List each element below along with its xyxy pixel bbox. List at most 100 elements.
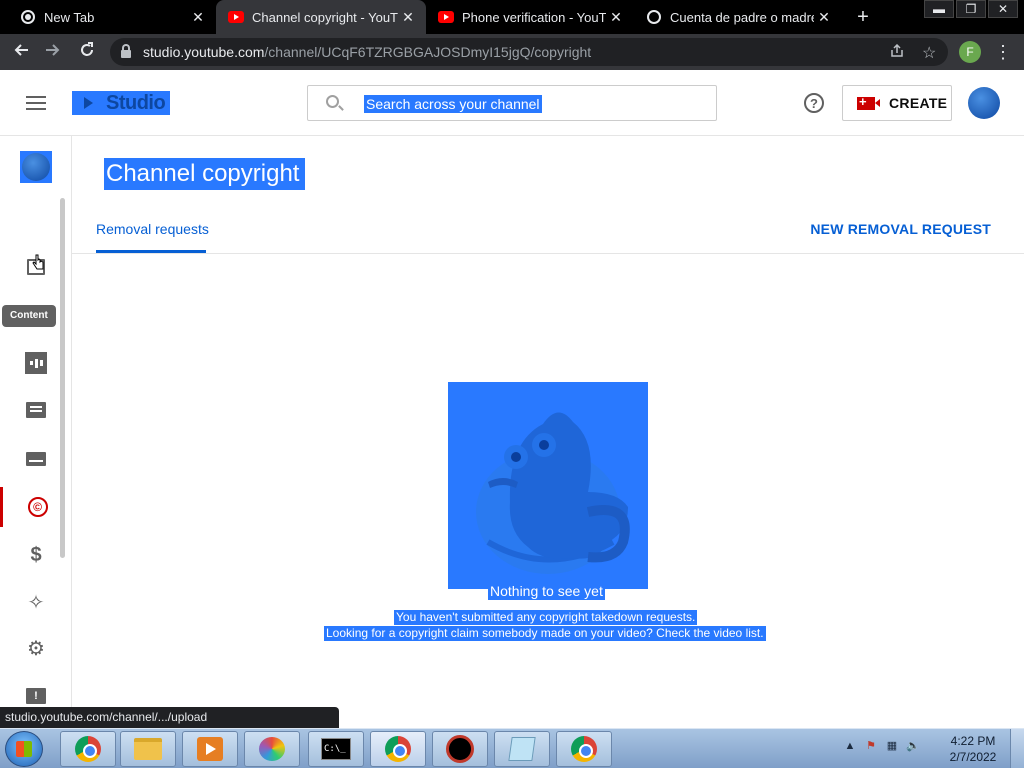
chrome-icon	[75, 736, 101, 762]
sidebar-scrollbar[interactable]	[60, 198, 65, 558]
search-input[interactable]: Search across your channel	[364, 95, 542, 113]
taskbar-explorer[interactable]	[120, 731, 176, 767]
bookmark-star-icon[interactable]: ☆	[922, 43, 936, 63]
start-button[interactable]	[5, 731, 43, 767]
tab-title: Channel copyright - YouTube	[252, 9, 398, 25]
address-bar[interactable]: studio.youtube.com/channel/UCqF6TZRGBGAJ…	[110, 38, 948, 66]
close-icon[interactable]: ✕	[814, 9, 834, 26]
forward-button[interactable]	[40, 40, 66, 64]
system-clock[interactable]: 4:22 PM 2/7/2022	[946, 733, 1000, 765]
taskbar-recorder[interactable]	[432, 731, 488, 767]
folder-icon	[134, 738, 162, 760]
browser-toolbar: studio.youtube.com/channel/UCqF6TZRGBGAJ…	[0, 34, 1024, 70]
lock-icon[interactable]	[121, 44, 131, 58]
help-icon[interactable]: ?	[804, 93, 824, 113]
close-icon[interactable]: ✕	[188, 9, 208, 26]
empty-state-illustration	[448, 382, 648, 589]
taskbar-notepad[interactable]	[494, 731, 550, 767]
browser-tab-channel-copyright[interactable]: Channel copyright - YouTube ✕	[216, 0, 426, 34]
show-desktop-button[interactable]	[1010, 729, 1024, 768]
sidebar-item-customization[interactable]: ✧	[0, 582, 72, 622]
taskbar-paint[interactable]	[244, 731, 300, 767]
close-icon[interactable]: ✕	[606, 9, 626, 26]
back-button[interactable]	[8, 40, 34, 64]
create-button[interactable]: CREATE	[842, 85, 952, 121]
taskbar-chrome-2[interactable]	[556, 731, 612, 767]
dashboard-icon	[25, 208, 47, 230]
paint-icon	[259, 737, 285, 761]
channel-avatar[interactable]	[20, 151, 52, 183]
hamburger-menu-icon[interactable]	[26, 96, 46, 110]
browser-tab-phone-verification[interactable]: Phone verification - YouTube ✕	[426, 0, 634, 34]
clock-date: 2/7/2022	[949, 750, 997, 764]
url-text: studio.youtube.com/channel/UCqF6TZRGBGAJ…	[143, 44, 592, 60]
reload-icon	[81, 42, 93, 56]
youtube-icon	[228, 9, 244, 25]
clock-time: 4:22 PM	[950, 734, 996, 748]
reload-button[interactable]	[74, 40, 100, 64]
subtitles-icon	[25, 448, 47, 470]
studio-header: Studio Search across your channel ? CREA…	[0, 70, 1024, 136]
cat-illustration-icon	[476, 412, 630, 574]
arrow-right-icon	[46, 44, 60, 56]
link-status-bar: studio.youtube.com/channel/.../upload	[0, 707, 339, 728]
magic-wand-icon: ✧	[27, 591, 45, 614]
windows-taskbar: C:\_ ▲ ⚑ ▦ 🔈 4:22 PM 2/7/2022	[0, 728, 1024, 768]
close-window-button[interactable]: ✕	[988, 0, 1018, 18]
empty-state-title: Nothing to see yet	[488, 582, 605, 600]
new-removal-request-button[interactable]: NEW REMOVAL REQUEST	[810, 221, 991, 237]
create-label: CREATE	[889, 95, 948, 111]
page-title: Channel copyright	[104, 158, 306, 190]
taskbar-media-player[interactable]	[182, 731, 238, 767]
terminal-icon: C:\_	[321, 738, 351, 760]
browser-tab-new-tab[interactable]: New Tab ✕	[8, 0, 216, 34]
taskbar-cmd[interactable]: C:\_	[308, 731, 364, 767]
empty-state-hint: Looking for a copyright claim somebody m…	[324, 626, 766, 641]
chrome-icon	[385, 736, 411, 762]
new-tab-button[interactable]: +	[850, 5, 876, 29]
tab-title: Phone verification - YouTube	[462, 9, 606, 25]
system-tray: ▲ ⚑ ▦ 🔈	[843, 739, 920, 753]
feedback-icon: !	[25, 685, 47, 707]
show-hidden-icons-icon[interactable]: ▲	[843, 739, 857, 753]
empty-state-description: You haven't submitted any copyright take…	[394, 610, 698, 625]
window-controls: ▬ ❐ ✕	[922, 0, 1018, 18]
close-icon[interactable]: ✕	[398, 9, 418, 26]
media-player-icon	[197, 737, 223, 761]
hand-cursor-icon	[32, 254, 44, 270]
volume-icon[interactable]: 🔈	[906, 739, 920, 753]
sidebar-item-settings[interactable]: ⚙	[0, 628, 72, 668]
restore-button[interactable]: ❐	[956, 0, 986, 18]
account-avatar[interactable]	[968, 87, 1000, 119]
profile-avatar[interactable]: F	[959, 41, 981, 63]
minimize-button[interactable]: ▬	[924, 0, 954, 18]
share-icon[interactable]	[890, 43, 904, 61]
taskbar-chrome-profile[interactable]	[370, 731, 426, 767]
network-icon[interactable]: ▦	[885, 739, 899, 753]
record-icon	[446, 735, 474, 763]
arrow-left-icon	[14, 44, 28, 56]
comments-icon	[25, 399, 47, 421]
search-icon	[326, 95, 339, 108]
chrome-icon	[571, 736, 597, 762]
logo-text: Studio	[106, 91, 166, 114]
tooltip-content: Content	[2, 305, 56, 327]
youtube-icon	[438, 9, 454, 25]
browser-tab-strip: New Tab ✕ Channel copyright - YouTube ✕ …	[0, 0, 1024, 34]
studio-logo[interactable]: Studio	[72, 91, 170, 115]
copyright-icon: ©	[27, 496, 49, 518]
search-box[interactable]: Search across your channel	[307, 85, 717, 121]
tab-title: Cuenta de padre o madre	[670, 9, 814, 25]
tabs-divider	[72, 253, 1024, 254]
browser-menu-icon[interactable]: ⋮	[994, 40, 1012, 64]
dollar-icon: $	[30, 543, 42, 566]
action-center-flag-icon[interactable]: ⚑	[864, 739, 878, 753]
tab-removal-requests[interactable]: Removal requests	[96, 221, 209, 237]
globe-icon	[646, 9, 662, 25]
play-icon	[84, 97, 93, 109]
notepad-icon	[508, 737, 536, 761]
taskbar-chrome[interactable]	[60, 731, 116, 767]
browser-tab-cuenta[interactable]: Cuenta de padre o madre ✕	[634, 0, 842, 34]
gear-icon: ⚙	[27, 637, 45, 660]
video-camera-plus-icon	[857, 94, 880, 110]
